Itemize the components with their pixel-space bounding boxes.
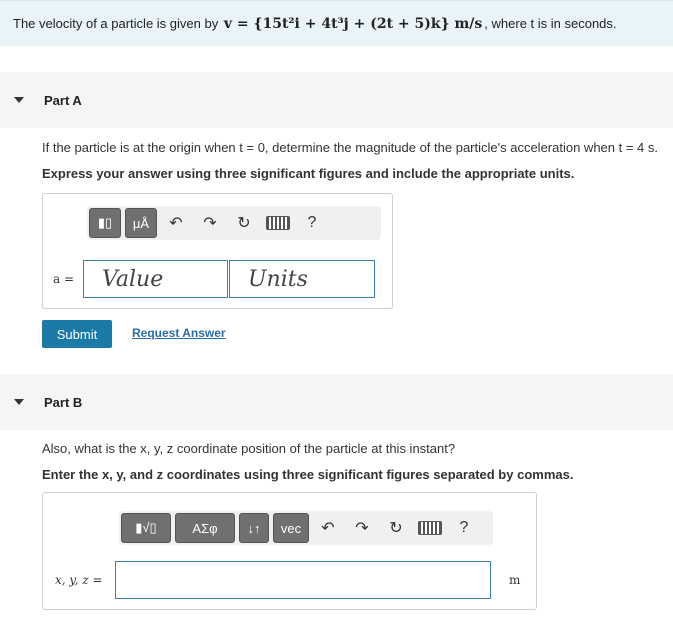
velocity-formula: v = {15t²i + 4t³j + (2t + 5)k} m/s <box>223 15 483 32</box>
collapse-triangle-icon[interactable] <box>14 97 24 103</box>
problem-suffix: , where t is in seconds. <box>484 16 617 31</box>
problem-statement: The velocity of a particle is given by v… <box>0 0 673 46</box>
sort-arrows-icon[interactable]: ↓↑ <box>239 513 269 543</box>
part-a-toolbar: ▮▯ μÅ ↶ ↷ ↻ ? <box>87 206 381 240</box>
acceleration-label: a = <box>53 272 75 286</box>
vec-button[interactable]: vec <box>273 513 309 543</box>
redo-icon[interactable]: ↷ <box>193 207 227 239</box>
part-a-title: Part A <box>44 92 82 108</box>
unit-label: m <box>509 573 521 587</box>
part-b-answer-box: ▮√▯ ΑΣφ ↓↑ vec ↶ ↷ ↻ ? x, y, z = m <box>42 492 537 610</box>
xyz-input[interactable] <box>115 561 491 599</box>
part-b-instruction: Enter the x, y, and z coordinates using … <box>42 467 574 482</box>
part-b-question: Also, what is the x, y, z coordinate pos… <box>42 441 456 456</box>
part-b-header[interactable]: Part B <box>0 374 673 430</box>
reset-icon[interactable]: ↻ <box>227 207 261 239</box>
part-a-question: If the particle is at the origin when t … <box>42 140 658 155</box>
request-answer-link[interactable]: Request Answer <box>132 326 226 340</box>
part-a-instruction: Express your answer using three signific… <box>42 166 575 181</box>
units-input[interactable]: Units <box>229 260 375 298</box>
keyboard-icon[interactable] <box>261 207 295 239</box>
submit-button[interactable]: Submit <box>42 320 112 348</box>
help-button[interactable]: ? <box>295 207 329 239</box>
part-a-answer-box: ▮▯ μÅ ↶ ↷ ↻ ? a = Value Units <box>42 193 393 309</box>
templates-icon[interactable]: ▮√▯ <box>121 513 171 543</box>
part-b-toolbar: ▮√▯ ΑΣφ ↓↑ vec ↶ ↷ ↻ ? <box>119 511 493 545</box>
greek-button[interactable]: ΑΣφ <box>175 513 235 543</box>
templates-icon[interactable]: ▮▯ <box>89 208 121 238</box>
collapse-triangle-icon[interactable] <box>14 399 24 405</box>
part-b-title: Part B <box>44 394 83 410</box>
problem-prefix: The velocity of a particle is given by <box>13 16 219 31</box>
help-button[interactable]: ? <box>447 512 481 544</box>
units-mu-button[interactable]: μÅ <box>125 208 157 238</box>
reset-icon[interactable]: ↻ <box>379 512 413 544</box>
keyboard-icon[interactable] <box>413 512 447 544</box>
xyz-label: x, y, z = <box>55 573 103 587</box>
part-a-header[interactable]: Part A <box>0 72 673 128</box>
undo-icon[interactable]: ↶ <box>311 512 345 544</box>
undo-icon[interactable]: ↶ <box>159 207 193 239</box>
value-input[interactable]: Value <box>83 260 228 298</box>
redo-icon[interactable]: ↷ <box>345 512 379 544</box>
